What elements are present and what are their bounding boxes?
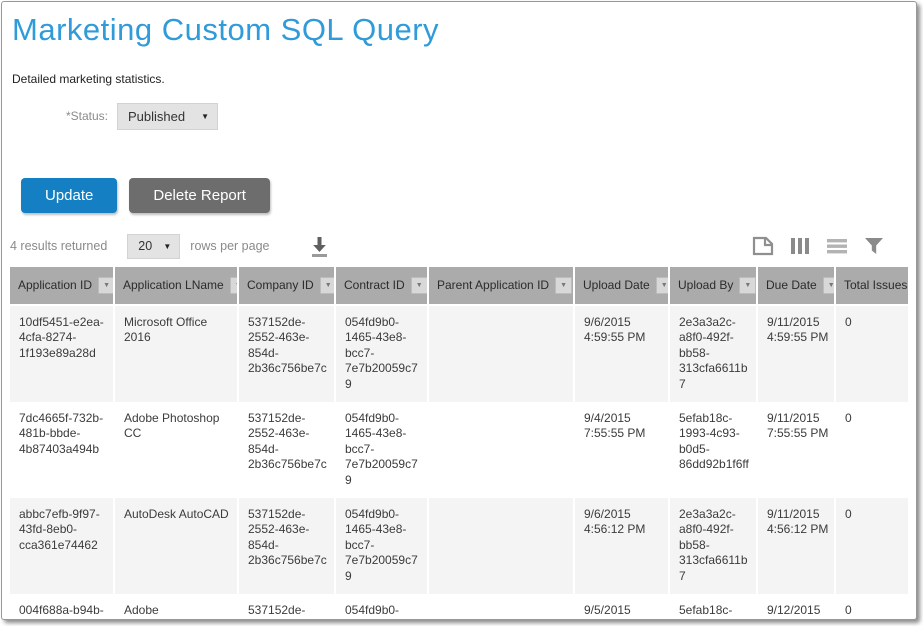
results-table-container: Application ID▼Application LName▼Company…	[10, 267, 908, 620]
table-cell: 9/4/2015 7:55:55 PM	[574, 402, 669, 498]
header-row: Application ID▼Application LName▼Company…	[10, 267, 908, 305]
rows-per-page-label: rows per page	[190, 239, 269, 253]
table-cell: 5efab18c-1993-4c93-b0d5-86dd92b1f6ff	[669, 594, 757, 620]
table-cell: 9/11/2015 7:55:55 PM	[757, 402, 835, 498]
table-cell: 054fd9b0-1465-43e8-bcc7-7e7b20059c79	[335, 594, 428, 620]
table-row: 10df5451-e2ea-4cfa-8274-1f193e89a28dMicr…	[10, 305, 908, 402]
column-filter-button[interactable]: ▼	[320, 277, 335, 294]
table-cell: 054fd9b0-1465-43e8-bcc7-7e7b20059c79	[335, 498, 428, 594]
column-header-label: Total Issues	[844, 278, 907, 292]
column-filter-button[interactable]: ▼	[230, 277, 238, 294]
chevron-down-icon: ▼	[163, 242, 171, 251]
column-header: Application ID ▼	[10, 267, 114, 305]
column-header-label: Application LName	[123, 278, 224, 292]
action-buttons: Update Delete Report	[10, 178, 908, 213]
table-cell	[428, 498, 574, 594]
table-cell: 0	[835, 402, 908, 498]
column-header-label: Upload Date	[583, 278, 650, 292]
column-header-label: Upload By	[678, 278, 733, 292]
column-header: Application LName ▼	[114, 267, 238, 305]
table-cell	[428, 402, 574, 498]
table-cell: 054fd9b0-1465-43e8-bcc7-7e7b20059c79	[335, 305, 428, 402]
column-filter-button[interactable]: ▼	[555, 277, 572, 294]
filter-icon[interactable]	[864, 236, 884, 256]
results-count: 4 results returned	[10, 239, 107, 253]
table-cell: 9/5/2015 3:15:27 AM	[574, 594, 669, 620]
page-size-select[interactable]: 20 ▼	[127, 234, 180, 259]
column-header: Parent Application ID ▼	[428, 267, 574, 305]
column-header: Total Issues▼	[835, 267, 908, 305]
table-cell: 537152de-2552-463e-854d-2b36c756be7c	[238, 498, 335, 594]
column-filter-button[interactable]: ▼	[739, 277, 756, 294]
table-row: abbc7efb-9f97-43fd-8eb0-cca361e74462Auto…	[10, 498, 908, 594]
column-filter-button[interactable]: ▼	[656, 277, 669, 294]
status-form-row: *Status: Published ▼	[10, 103, 908, 130]
table-cell: abbc7efb-9f97-43fd-8eb0-cca361e74462	[10, 498, 114, 594]
table-cell: 0	[835, 498, 908, 594]
page-title: Marketing Custom SQL Query	[10, 10, 908, 48]
column-chooser-icon[interactable]	[790, 236, 810, 256]
table-cell: 9/11/2015 4:59:55 PM	[757, 305, 835, 402]
page-size-value: 20	[138, 239, 152, 253]
table-cell: Microsoft Office 2016	[114, 305, 238, 402]
table-cell: Adobe Dreamweaver CC	[114, 594, 238, 620]
results-bar-left: 4 results returned 20 ▼ rows per page	[10, 234, 331, 259]
column-header: Company ID ▼	[238, 267, 335, 305]
column-header: Due Date ▼	[757, 267, 835, 305]
report-window: Marketing Custom SQL Query Detailed mark…	[1, 1, 917, 620]
column-header-label: Application ID	[18, 278, 92, 292]
column-header-label: Contract ID	[344, 278, 405, 292]
status-select[interactable]: Published ▼	[117, 103, 218, 130]
table-cell: 7dc4665f-732b-481b-bbde-4b87403a494b	[10, 402, 114, 498]
table-cell: 10df5451-e2ea-4cfa-8274-1f193e89a28d	[10, 305, 114, 402]
table-cell: 0	[835, 594, 908, 620]
update-button[interactable]: Update	[21, 178, 117, 213]
table-cell: 537152de-2552-463e-854d-2b36c756be7c	[238, 305, 335, 402]
download-icon[interactable]	[308, 235, 331, 258]
column-filter-button[interactable]: ▼	[411, 277, 428, 294]
column-header-label: Parent Application ID	[437, 278, 549, 292]
column-filter-button[interactable]: ▼	[823, 277, 835, 294]
table-cell: 0	[835, 305, 908, 402]
results-table: Application ID▼Application LName▼Company…	[10, 267, 908, 620]
column-header: Contract ID ▼	[335, 267, 428, 305]
table-cell: 2e3a3a2c-a8f0-492f-bb58-313cfa6611b7	[669, 305, 757, 402]
table-row: 004f688a-b94b-4ccf-86de-e4b9cbbb9cdeAdob…	[10, 594, 908, 620]
table-cell: 2e3a3a2c-a8f0-492f-bb58-313cfa6611b7	[669, 498, 757, 594]
table-cell: 537152de-2552-463e-854d-2b36c756be7c	[238, 402, 335, 498]
table-cell: 9/6/2015 4:59:55 PM	[574, 305, 669, 402]
column-header-label: Company ID	[247, 278, 314, 292]
page-subtitle: Detailed marketing statistics.	[12, 72, 908, 86]
table-cell: AutoDesk AutoCAD	[114, 498, 238, 594]
table-cell: Adobe Photoshop CC	[114, 402, 238, 498]
column-header: Upload Date ▼	[574, 267, 669, 305]
table-cell	[428, 594, 574, 620]
column-header: Upload By ▼	[669, 267, 757, 305]
table-row: 7dc4665f-732b-481b-bbde-4b87403a494bAdob…	[10, 402, 908, 498]
delete-report-button[interactable]: Delete Report	[129, 178, 270, 213]
grid-toolbar-icons	[752, 236, 904, 256]
table-cell	[428, 305, 574, 402]
table-cell: 054fd9b0-1465-43e8-bcc7-7e7b20059c79	[335, 402, 428, 498]
row-density-icon[interactable]	[826, 236, 848, 256]
status-label: *Status:	[10, 109, 117, 123]
column-filter-button[interactable]: ▼	[98, 277, 114, 294]
table-cell: 9/6/2015 4:56:12 PM	[574, 498, 669, 594]
status-select-value: Published	[128, 109, 185, 124]
table-cell: 537152de-2552-463e-854d-2b36c756be7c	[238, 594, 335, 620]
export-page-icon[interactable]	[752, 236, 774, 256]
table-cell: 004f688a-b94b-4ccf-86de-e4b9cbbb9cde	[10, 594, 114, 620]
table-cell: 9/11/2015 4:56:12 PM	[757, 498, 835, 594]
table-cell: 9/12/2015 3:15:27 AM	[757, 594, 835, 620]
column-header-label: Due Date	[766, 278, 817, 292]
table-cell: 5efab18c-1993-4c93-b0d5-86dd92b1f6ff	[669, 402, 757, 498]
results-bar: 4 results returned 20 ▼ rows per page	[10, 234, 908, 259]
chevron-down-icon: ▼	[201, 112, 209, 121]
